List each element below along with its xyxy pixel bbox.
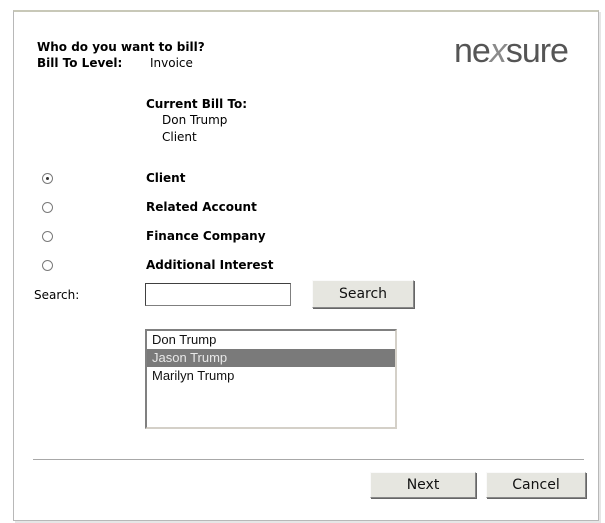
dialog-frame bbox=[13, 10, 599, 521]
bill-to-level-value: Invoice bbox=[150, 56, 193, 70]
search-button[interactable]: Search bbox=[312, 280, 414, 308]
option-label-finance-company: Finance Company bbox=[146, 229, 266, 243]
current-bill-to-type: Client bbox=[162, 130, 197, 144]
footer-divider bbox=[33, 459, 584, 461]
bill-to-level-label: Bill To Level: bbox=[37, 56, 123, 70]
nexsure-logo: nexsure bbox=[454, 32, 569, 71]
list-item[interactable]: Jason Trump bbox=[147, 349, 395, 367]
logo-text-1: ne bbox=[454, 32, 491, 70]
results-listbox[interactable]: Don Trump Jason Trump Marilyn Trump bbox=[145, 329, 397, 429]
option-label-related-account: Related Account bbox=[146, 200, 257, 214]
option-label-client: Client bbox=[146, 171, 186, 185]
list-item[interactable]: Marilyn Trump bbox=[147, 367, 395, 385]
dialog-title: Who do you want to bill? bbox=[37, 40, 205, 54]
radio-additional-interest[interactable] bbox=[42, 260, 53, 271]
logo-text-2: x bbox=[489, 32, 507, 70]
radio-client[interactable] bbox=[42, 173, 53, 184]
search-input[interactable] bbox=[145, 283, 291, 306]
cancel-button[interactable]: Cancel bbox=[486, 472, 586, 498]
logo-text-3: sure bbox=[505, 32, 569, 70]
next-button[interactable]: Next bbox=[370, 472, 476, 498]
current-bill-to-label: Current Bill To: bbox=[146, 97, 248, 111]
current-bill-to-name: Don Trump bbox=[162, 113, 228, 127]
list-item[interactable]: Don Trump bbox=[147, 331, 395, 349]
radio-related-account[interactable] bbox=[42, 202, 53, 213]
radio-finance-company[interactable] bbox=[42, 231, 53, 242]
option-label-additional-interest: Additional Interest bbox=[146, 258, 274, 272]
search-label: Search: bbox=[34, 288, 80, 302]
